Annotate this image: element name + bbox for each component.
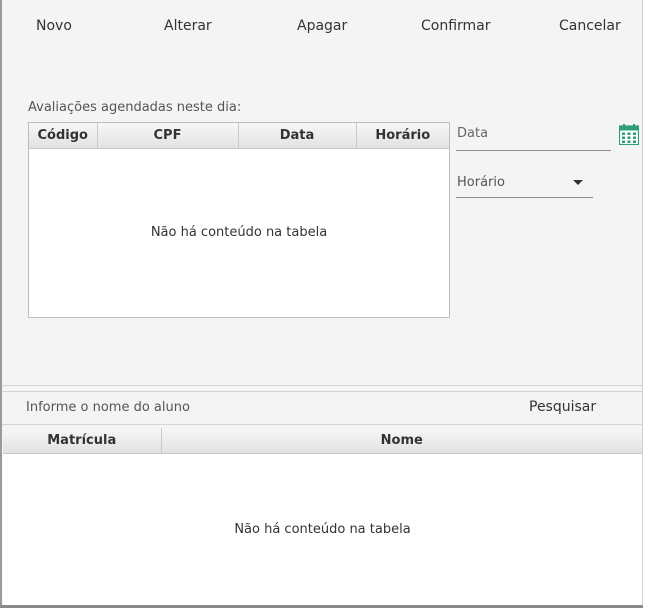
- alterar-button[interactable]: Alterar: [164, 18, 212, 34]
- column-header-data[interactable]: Data: [238, 123, 357, 149]
- column-header-cpf[interactable]: CPF: [97, 123, 239, 149]
- confirmar-button[interactable]: Confirmar: [421, 18, 491, 34]
- search-divider: [2, 424, 642, 425]
- date-field-label: Data: [457, 126, 489, 141]
- novo-button[interactable]: Novo: [36, 18, 72, 34]
- column-header-nome[interactable]: Nome: [161, 428, 642, 454]
- students-table[interactable]: Matrícula Nome Não há conteúdo na tabela: [3, 428, 642, 605]
- window-right-edge: [642, 0, 652, 608]
- column-header-codigo[interactable]: Código: [29, 123, 98, 149]
- student-search-input[interactable]: Informe o nome do aluno: [18, 396, 498, 420]
- calendar-icon[interactable]: [619, 124, 639, 145]
- section-divider: [2, 391, 642, 392]
- empty-table-message: Não há conteúdo na tabela: [150, 225, 328, 240]
- scheduled-evaluations-label: Avaliações agendadas neste dia:: [28, 100, 242, 115]
- apagar-button[interactable]: Apagar: [297, 18, 347, 34]
- pesquisar-button[interactable]: Pesquisar: [529, 399, 596, 415]
- time-select[interactable]: Horário: [456, 170, 593, 198]
- column-header-horario[interactable]: Horário: [356, 123, 449, 149]
- time-select-label: Horário: [457, 175, 505, 190]
- chevron-down-icon[interactable]: [573, 180, 583, 185]
- empty-table-message: Não há conteúdo na tabela: [234, 522, 411, 537]
- column-header-matricula[interactable]: Matrícula: [3, 428, 162, 454]
- student-search-placeholder: Informe o nome do aluno: [26, 400, 190, 415]
- scheduled-evaluations-table[interactable]: Código CPF Data Horário Não há conteúdo …: [28, 122, 450, 318]
- section-divider: [2, 385, 642, 386]
- date-field[interactable]: Data: [456, 122, 611, 151]
- cancelar-button[interactable]: Cancelar: [559, 18, 621, 34]
- window-left-edge: [0, 0, 2, 608]
